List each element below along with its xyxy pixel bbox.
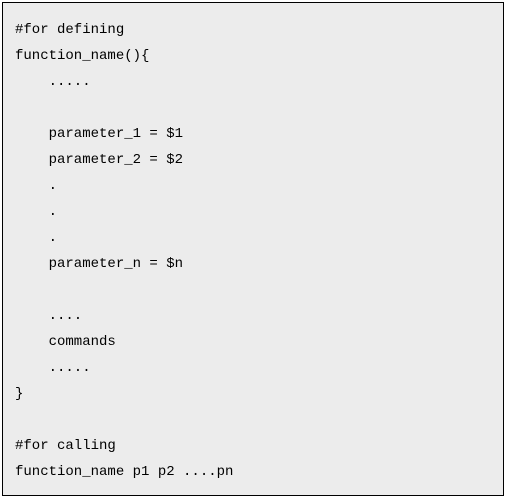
code-block: #for defining function_name(){ ..... par… bbox=[2, 2, 504, 496]
code-content: #for defining function_name(){ ..... par… bbox=[15, 22, 233, 480]
